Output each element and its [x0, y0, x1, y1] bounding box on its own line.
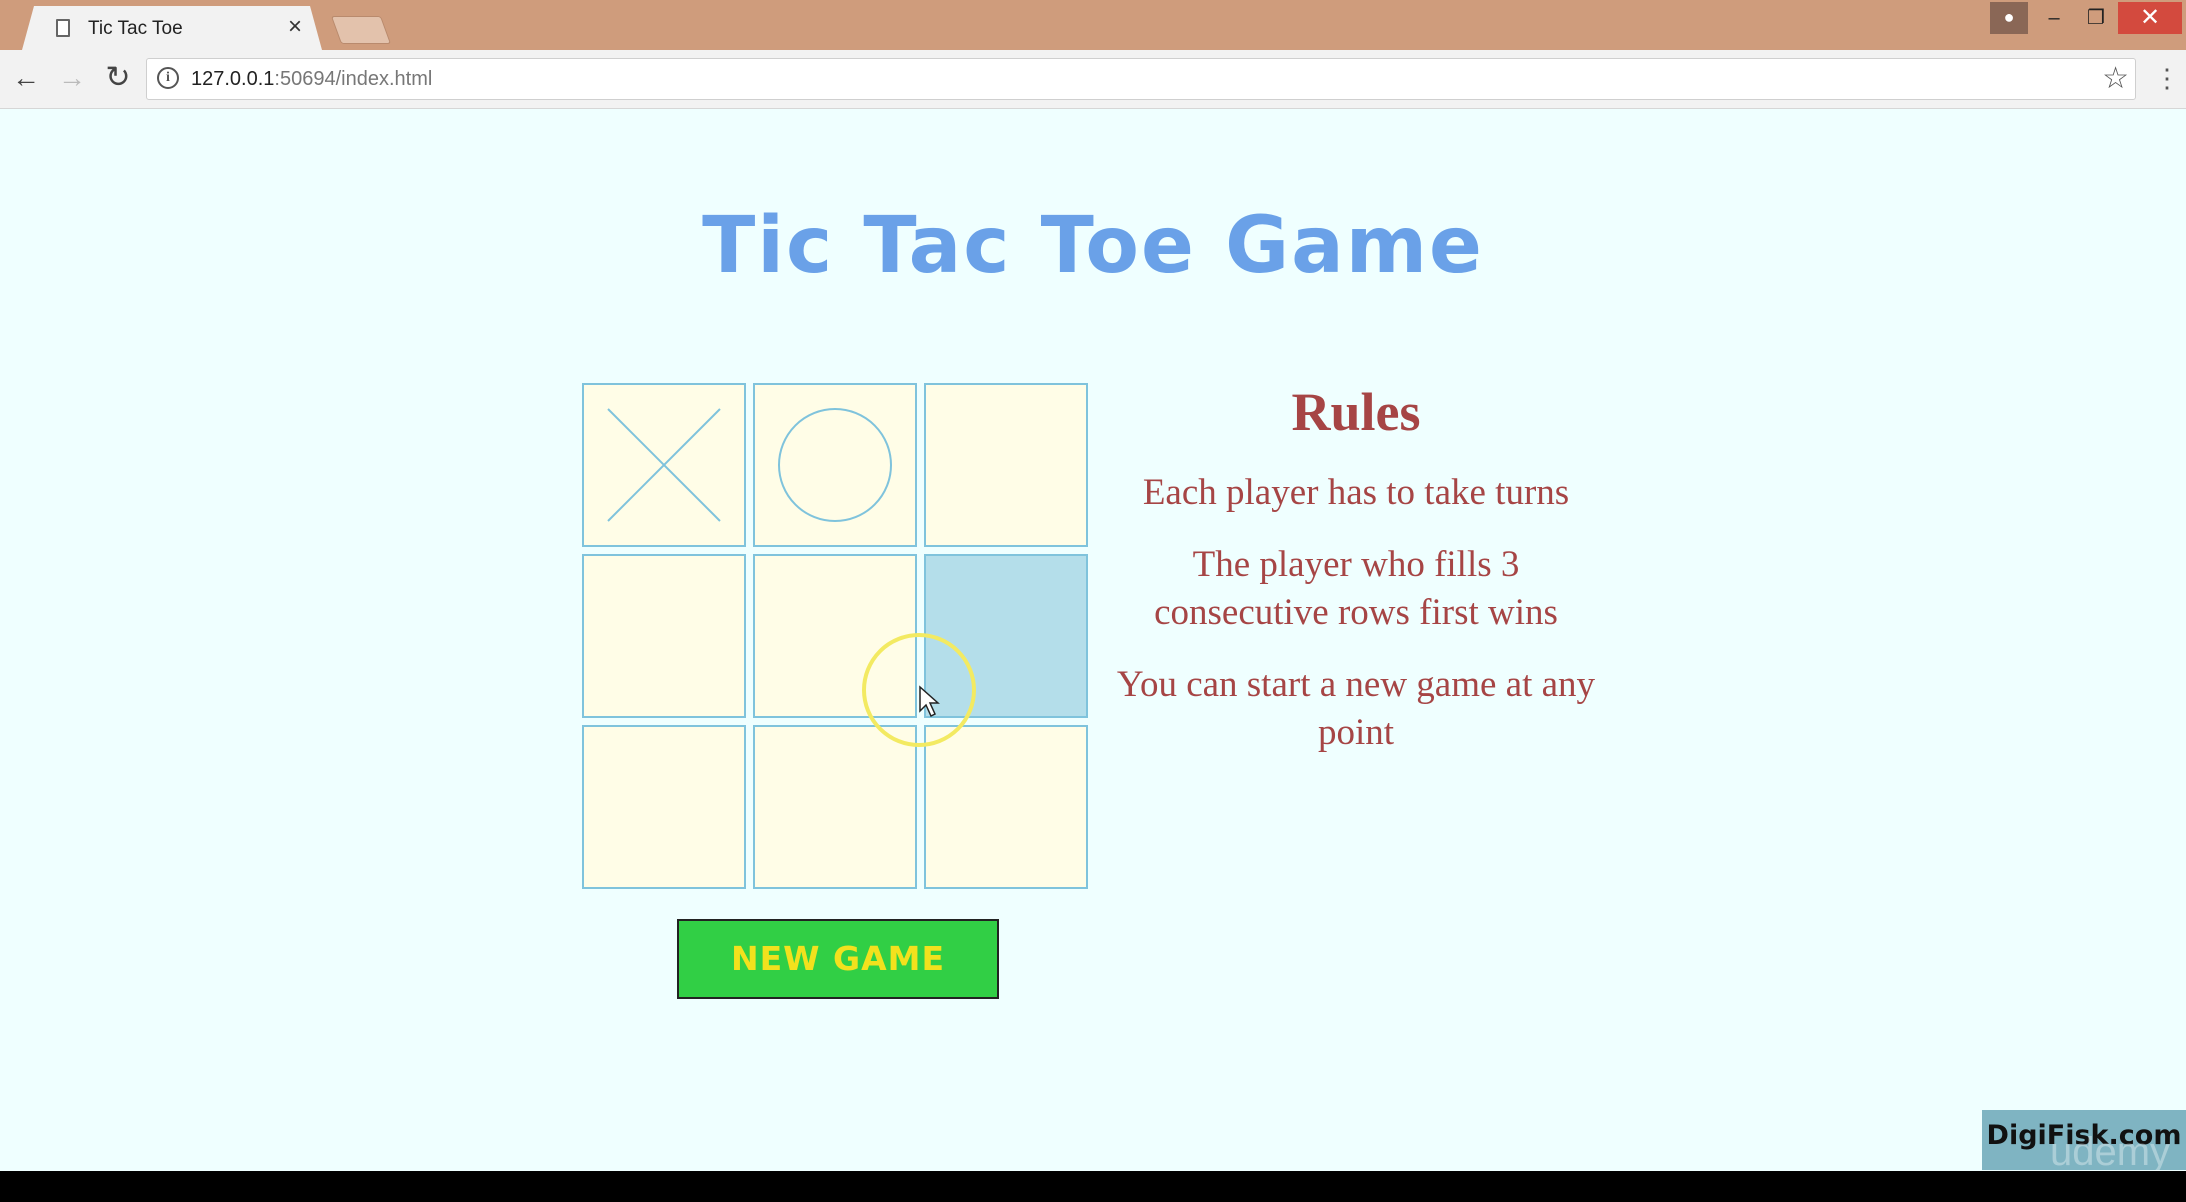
- browser-titlebar: Tic Tac Toe × ● – ❐ ✕: [0, 0, 2186, 50]
- new-game-button[interactable]: NEW GAME: [677, 919, 999, 999]
- bookmark-star-icon[interactable]: ☆: [2102, 62, 2129, 96]
- board-cell-3-1[interactable]: [582, 725, 746, 889]
- rules-heading: Rules: [1291, 382, 1421, 442]
- tab-title: Tic Tac Toe: [88, 18, 183, 39]
- url-text[interactable]: 127.0.0.1:50694/index.html: [191, 68, 432, 91]
- user-icon[interactable]: ●: [1990, 2, 2028, 34]
- forward-arrow-icon[interactable]: →: [54, 60, 90, 96]
- address-bar[interactable]: i 127.0.0.1:50694/index.html ☆: [146, 58, 2136, 100]
- minimize-button[interactable]: –: [2034, 2, 2074, 34]
- mouse-pointer-icon: [919, 685, 940, 718]
- tab-close-icon[interactable]: ×: [288, 15, 302, 39]
- page-title: Tic Tac Toe Game: [702, 201, 1484, 291]
- board-cell-1-3[interactable]: [924, 383, 1088, 547]
- reload-icon[interactable]: ↻: [100, 60, 136, 96]
- rule-item: You can start a new game at any point: [1116, 664, 1596, 753]
- rules-panel: Rules Each player has to take turns The …: [1108, 379, 1604, 781]
- maximize-button[interactable]: ❐: [2076, 2, 2116, 34]
- rule-item: Each player has to take turns: [1142, 472, 1570, 513]
- page-icon: [56, 19, 70, 37]
- game-board: [582, 383, 1088, 889]
- back-arrow-icon[interactable]: ←: [8, 60, 44, 96]
- rule-item: The player who fills 3 consecutive rows …: [1154, 544, 1558, 633]
- x-mark-icon: [607, 408, 721, 522]
- browser-menu-icon[interactable]: ⋮: [2154, 58, 2180, 98]
- board-cell-2-1[interactable]: [582, 554, 746, 718]
- board-cell-3-2[interactable]: [753, 725, 917, 889]
- board-cell-1-1[interactable]: [582, 383, 746, 547]
- browser-toolbar: ← → ↻ i 127.0.0.1:50694/index.html ☆: [0, 50, 2186, 109]
- udemy-watermark: udemy: [2050, 1130, 2171, 1174]
- close-window-button[interactable]: ✕: [2118, 2, 2182, 34]
- page-viewport: Tic Tac Toe Game NEW GAME Rules Each pla…: [0, 109, 2186, 1171]
- browser-tab[interactable]: Tic Tac Toe ×: [22, 6, 322, 50]
- info-icon[interactable]: i: [157, 67, 179, 89]
- o-mark-icon: [778, 408, 892, 522]
- board-cell-3-3[interactable]: [924, 725, 1088, 889]
- new-tab-button[interactable]: [330, 16, 392, 44]
- board-cell-1-2[interactable]: [753, 383, 917, 547]
- bottom-letterbox: [0, 1171, 2186, 1202]
